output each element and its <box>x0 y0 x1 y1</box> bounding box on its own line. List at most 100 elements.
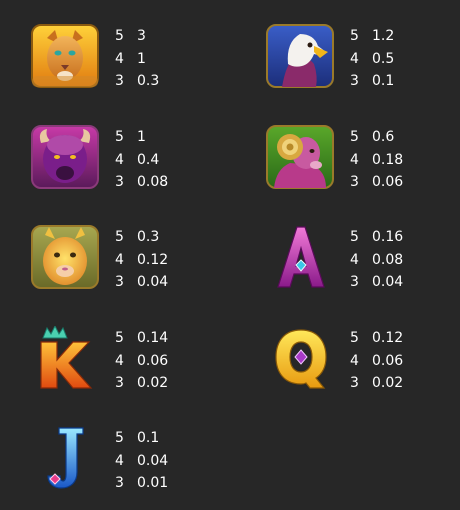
pay-value: 1.2 <box>372 28 395 45</box>
eagle-icon <box>264 23 336 89</box>
llama-icon <box>29 224 101 290</box>
pay-count: 4 <box>115 251 124 268</box>
pay-value: 0.16 <box>372 229 404 246</box>
pay-row: 3 0.3 <box>115 70 159 93</box>
pay-row: 4 0.4 <box>115 149 168 172</box>
pay-count: 5 <box>350 330 359 347</box>
pay-list: 51 4 0.4 3 0.08 <box>115 126 168 194</box>
pay-count: 5 <box>115 129 124 146</box>
pay-row: 3 0.02 <box>115 372 168 395</box>
pay-row: 4 0.06 <box>350 350 403 373</box>
pay-value: 0.3 <box>137 73 160 90</box>
pay-value: 0.08 <box>372 251 404 268</box>
paytable-entry-llama: 5 0.3 4 0.12 3 0.04 <box>29 224 229 296</box>
pay-value: 0.04 <box>137 452 169 469</box>
pay-row: 5 0.14 <box>115 327 168 350</box>
pay-value: 0.1 <box>372 73 395 90</box>
pay-count: 4 <box>350 251 359 268</box>
pay-count: 3 <box>350 174 359 191</box>
pay-count: 4 <box>350 151 359 168</box>
pay-value: 0.06 <box>372 352 404 369</box>
pay-row: 4 0.18 <box>350 149 403 172</box>
pay-value: 0.08 <box>137 174 169 191</box>
pay-value: 0.18 <box>372 151 404 168</box>
pay-list: 5 0.12 4 0.06 3 0.02 <box>350 327 403 395</box>
letter-q-icon <box>264 325 336 391</box>
pay-value: 0.04 <box>372 274 404 291</box>
pay-list: 53 41 3 0.3 <box>115 25 159 93</box>
pay-count: 3 <box>115 174 124 191</box>
letter-j-icon <box>29 425 101 491</box>
pay-row: 5 0.6 <box>350 126 403 149</box>
pay-value: 1 <box>137 129 146 146</box>
pay-count: 4 <box>350 50 359 67</box>
pay-value: 1 <box>137 50 146 67</box>
pay-count: 5 <box>115 28 124 45</box>
pay-row: 4 0.5 <box>350 48 394 71</box>
pay-count: 5 <box>350 229 359 246</box>
pay-value: 0.5 <box>372 50 395 67</box>
pay-count: 3 <box>115 375 124 392</box>
pay-list: 5 0.14 4 0.06 3 0.02 <box>115 327 168 395</box>
paytable-entry-bison: 51 4 0.4 3 0.08 <box>29 124 229 196</box>
pay-value: 0.4 <box>137 151 160 168</box>
pay-value: 3 <box>137 28 146 45</box>
pay-value: 0.01 <box>137 475 169 492</box>
pay-row: 5 0.16 <box>350 226 403 249</box>
pay-count: 4 <box>115 151 124 168</box>
cougar-icon <box>29 23 101 89</box>
pay-row: 3 0.06 <box>350 171 403 194</box>
pay-value: 0.06 <box>137 352 169 369</box>
pay-row: 4 0.08 <box>350 249 403 272</box>
pay-count: 3 <box>115 274 124 291</box>
pay-row: 3 0.02 <box>350 372 403 395</box>
pay-count: 4 <box>350 352 359 369</box>
pay-count: 5 <box>115 430 124 447</box>
pay-value: 0.04 <box>137 274 169 291</box>
pay-value: 0.06 <box>372 174 404 191</box>
pay-count: 4 <box>115 50 124 67</box>
pay-count: 5 <box>115 229 124 246</box>
pay-value: 0.02 <box>137 375 169 392</box>
pay-value: 0.12 <box>137 251 169 268</box>
pay-count: 5 <box>115 330 124 347</box>
paytable-entry-cougar: 53 41 3 0.3 <box>29 23 229 95</box>
pay-value: 0.12 <box>372 330 404 347</box>
letter-a-icon <box>264 224 336 290</box>
pay-count: 5 <box>350 28 359 45</box>
pay-row: 41 <box>115 48 159 71</box>
pay-row: 5 0.1 <box>115 427 168 450</box>
paytable-entry-j: 5 0.1 4 0.04 3 0.01 <box>29 425 229 497</box>
pay-row: 3 0.1 <box>350 70 394 93</box>
pay-count: 3 <box>350 274 359 291</box>
pay-row: 3 0.04 <box>350 271 403 294</box>
pay-count: 3 <box>115 73 124 90</box>
pay-value: 0.6 <box>372 129 395 146</box>
pay-count: 5 <box>350 129 359 146</box>
pay-count: 3 <box>350 375 359 392</box>
pay-row: 51 <box>115 126 168 149</box>
pay-list: 5 0.6 4 0.18 3 0.06 <box>350 126 403 194</box>
pay-value: 0.02 <box>372 375 404 392</box>
letter-k-icon <box>29 325 101 391</box>
bison-icon <box>29 124 101 190</box>
pay-row: 3 0.08 <box>115 171 168 194</box>
pay-value: 0.1 <box>137 430 160 447</box>
ram-icon <box>264 124 336 190</box>
paytable-entry-a: 5 0.16 4 0.08 3 0.04 <box>264 224 460 296</box>
pay-row: 5 0.12 <box>350 327 403 350</box>
pay-value: 0.3 <box>137 229 160 246</box>
pay-list: 5 0.16 4 0.08 3 0.04 <box>350 226 403 294</box>
pay-count: 4 <box>115 352 124 369</box>
pay-list: 5 0.3 4 0.12 3 0.04 <box>115 226 168 294</box>
pay-row: 53 <box>115 25 159 48</box>
paytable-entry-eagle: 5 1.2 4 0.5 3 0.1 <box>264 23 460 95</box>
pay-row: 5 0.3 <box>115 226 168 249</box>
pay-list: 5 0.1 4 0.04 3 0.01 <box>115 427 168 495</box>
pay-row: 4 0.12 <box>115 249 168 272</box>
pay-value: 0.14 <box>137 330 169 347</box>
pay-count: 3 <box>115 475 124 492</box>
paytable-entry-q: 5 0.12 4 0.06 3 0.02 <box>264 325 460 397</box>
pay-row: 5 1.2 <box>350 25 394 48</box>
pay-list: 5 1.2 4 0.5 3 0.1 <box>350 25 394 93</box>
